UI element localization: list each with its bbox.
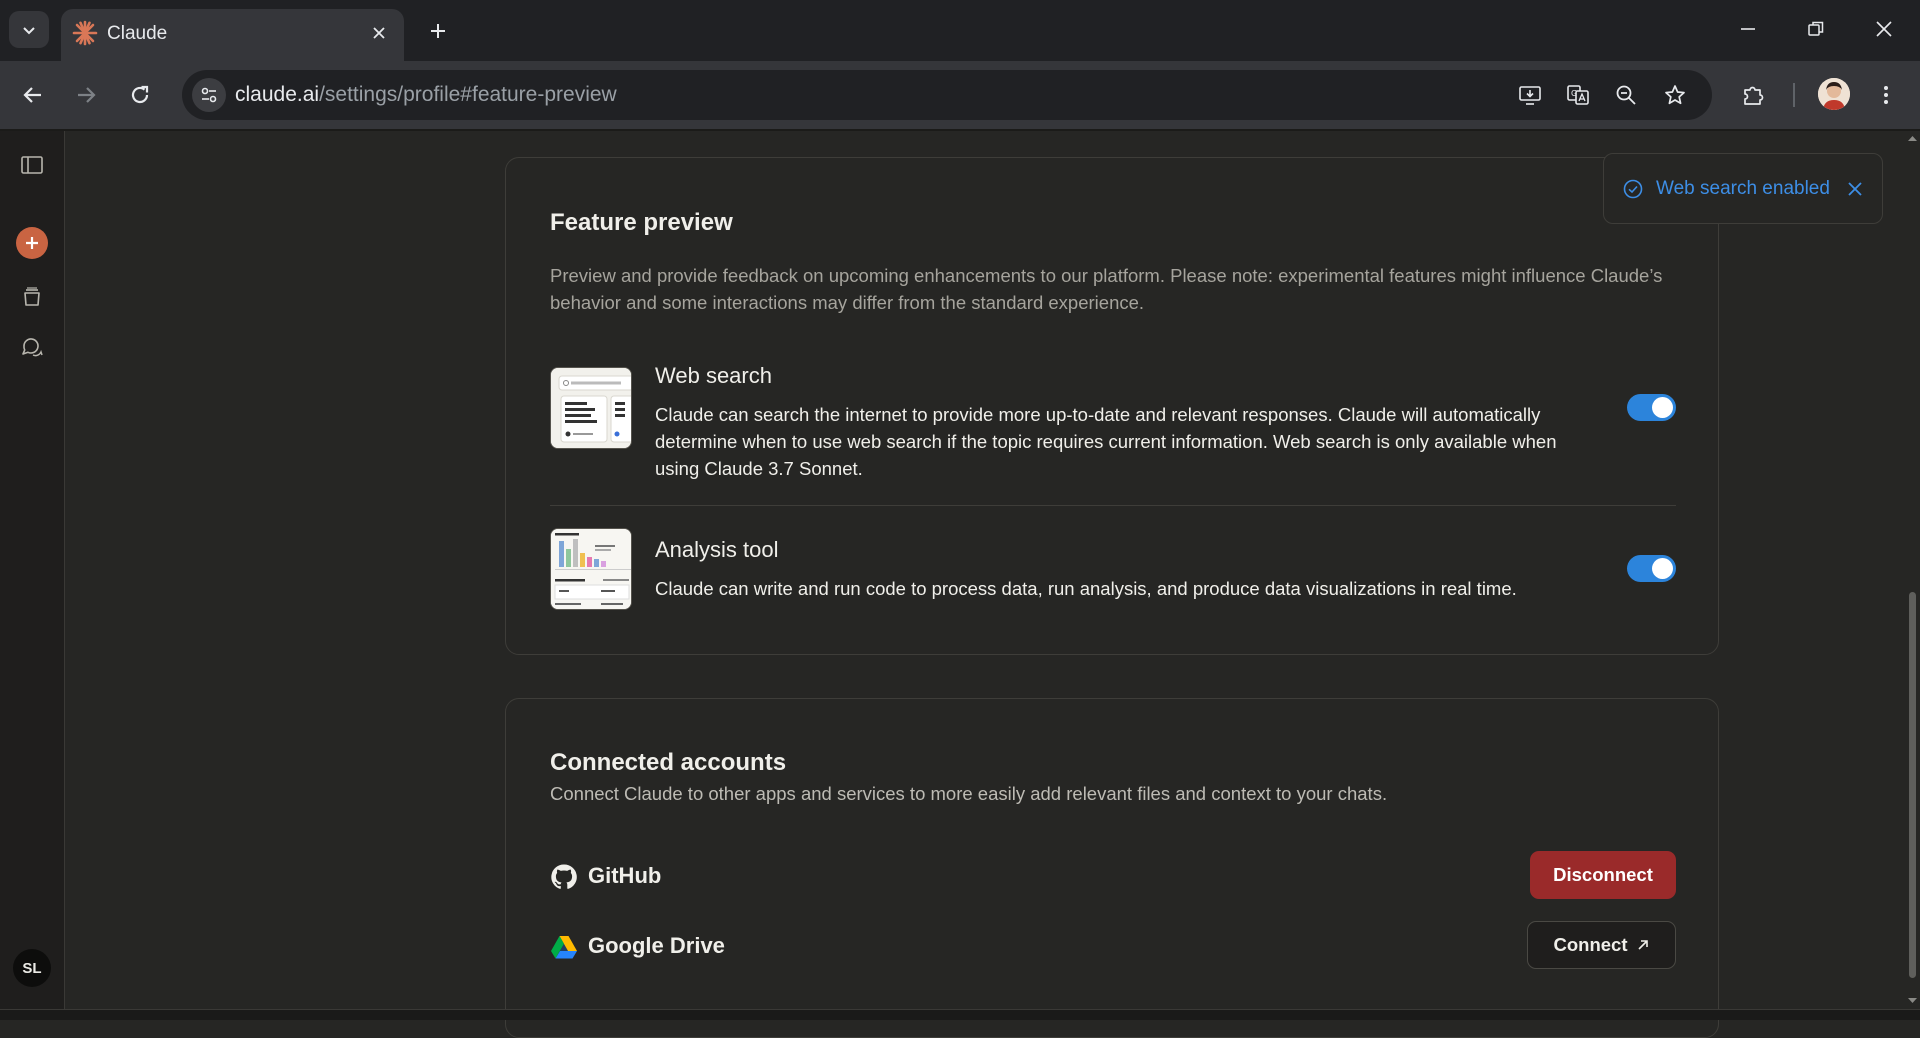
close-window-button[interactable]: [1869, 14, 1899, 44]
profile-avatar[interactable]: [1818, 78, 1850, 110]
web-search-title: Web search: [655, 363, 772, 388]
connected-accounts-description: Connect Claude to other apps and service…: [550, 783, 1388, 804]
projects-button[interactable]: [16, 281, 48, 313]
minimize-icon: [1741, 28, 1755, 30]
new-chat-button[interactable]: [16, 227, 48, 259]
github-icon: [551, 864, 577, 889]
forward-button[interactable]: [69, 78, 103, 112]
install-desktop-icon: [1519, 86, 1541, 105]
new-tab-button[interactable]: [424, 17, 452, 45]
web-search-description: Claude can search the internet to provid…: [655, 404, 1557, 479]
browser-toolbar: claude.ai/settings/profile#feature-previ…: [0, 61, 1920, 129]
github-disconnect-button[interactable]: Disconnect: [1530, 851, 1676, 899]
check-circle-icon: [1623, 179, 1643, 199]
scrollbar-thumb[interactable]: [1909, 592, 1916, 978]
translate-button[interactable]: G: [1561, 78, 1595, 112]
toolbar-border: [0, 129, 1920, 131]
claude-logo-icon: [72, 20, 98, 46]
google-drive-name: Google Drive: [588, 933, 725, 958]
restore-button[interactable]: [1801, 14, 1831, 44]
app-sidebar: SL: [0, 131, 65, 1009]
tab-close-button[interactable]: [367, 21, 391, 45]
url-text: claude.ai/settings/profile#feature-previ…: [235, 83, 617, 107]
chat-bubbles-icon: [22, 338, 43, 357]
external-link-arrow-icon: [1637, 940, 1648, 950]
web-search-toggle[interactable]: [1627, 394, 1676, 421]
account-row-github: GitHub Disconnect: [550, 851, 1676, 901]
arrow-left-icon: [23, 87, 41, 103]
feature-web-search: Web search Claude can search the interne…: [550, 363, 1676, 485]
install-app-button[interactable]: [1513, 78, 1547, 112]
profile-photo-icon: [1818, 78, 1850, 110]
google-drive-icon: [551, 936, 577, 959]
more-vertical-icon: [1884, 86, 1888, 104]
analysis-tool-title: Analysis tool: [655, 537, 779, 562]
toggle-sidebar-button[interactable]: [16, 149, 48, 181]
feature-analysis-tool: Analysis tool Claude can write and run c…: [550, 528, 1676, 618]
puzzle-icon: [1744, 86, 1764, 105]
plus-icon: [26, 237, 38, 249]
toast-notification: Web search enabled: [1603, 153, 1883, 224]
feature-preview-card: Feature preview Preview and provide feed…: [505, 157, 1719, 655]
analysis-tool-thumbnail-icon: [551, 529, 631, 609]
tab-search-button[interactable]: [9, 11, 49, 48]
extensions-button[interactable]: [1736, 78, 1770, 112]
restore-icon: [1808, 21, 1824, 36]
connected-accounts-title: Connected accounts: [550, 749, 787, 776]
web-search-thumbnail-icon: [551, 368, 631, 448]
translate-icon: G: [1567, 85, 1589, 105]
analysis-tool-toggle[interactable]: [1627, 555, 1676, 582]
toggle-knob: [1652, 397, 1673, 418]
toolbar-divider: [1793, 83, 1795, 107]
archive-box-icon: [24, 287, 40, 306]
feature-preview-description: Preview and provide feedback on upcoming…: [550, 265, 1663, 313]
zoom-button[interactable]: [1609, 78, 1643, 112]
scroll-down-arrow-icon[interactable]: [1907, 995, 1918, 1006]
feature-preview-title: Feature preview: [550, 209, 733, 236]
close-icon[interactable]: [1844, 178, 1866, 200]
reload-button[interactable]: [123, 78, 157, 112]
url-host: claude.ai: [235, 83, 320, 106]
back-button[interactable]: [16, 78, 50, 112]
toggle-knob: [1652, 558, 1673, 579]
plus-icon: [431, 24, 445, 38]
tune-icon: [201, 87, 217, 103]
chats-button[interactable]: [16, 331, 48, 363]
google-drive-connect-button[interactable]: Connect: [1527, 921, 1676, 969]
zoom-out-icon: [1616, 85, 1636, 105]
url-path: /settings/profile#feature-preview: [319, 83, 617, 106]
close-icon: [1876, 21, 1892, 37]
browser-menu-button[interactable]: [1869, 78, 1903, 112]
close-icon: [373, 27, 385, 39]
tab-title: Claude: [107, 23, 168, 44]
reload-icon: [131, 85, 149, 104]
bookmark-button[interactable]: [1658, 78, 1692, 112]
window-bottom-edge: [0, 1009, 1920, 1020]
browser-title-bar: Claude: [0, 0, 1920, 61]
site-info-button[interactable]: [192, 78, 226, 112]
web-search-preview-image: [550, 367, 632, 449]
address-bar[interactable]: claude.ai/settings/profile#feature-previ…: [182, 70, 1712, 120]
scroll-up-arrow-icon[interactable]: [1907, 133, 1918, 144]
browser-tab-claude[interactable]: Claude: [61, 9, 404, 61]
sidebar-icon: [21, 156, 43, 174]
github-name: GitHub: [588, 863, 662, 888]
account-row-google-drive: Google Drive Connect: [550, 921, 1676, 971]
star-icon: [1665, 85, 1685, 105]
user-avatar[interactable]: SL: [13, 949, 51, 987]
chevron-down-icon: [23, 26, 35, 34]
connected-accounts-card: Connected accounts Connect Claude to oth…: [505, 698, 1719, 1038]
analysis-tool-description: Claude can write and run code to process…: [655, 578, 1517, 599]
toast-message: Web search enabled: [1656, 178, 1830, 199]
connect-label: Connect: [1553, 934, 1628, 955]
arrow-right-icon: [78, 87, 96, 103]
minimize-button[interactable]: [1733, 14, 1763, 44]
analysis-tool-preview-image: [550, 528, 632, 610]
feature-divider: [550, 505, 1676, 506]
svg-text:G: G: [1571, 89, 1577, 98]
